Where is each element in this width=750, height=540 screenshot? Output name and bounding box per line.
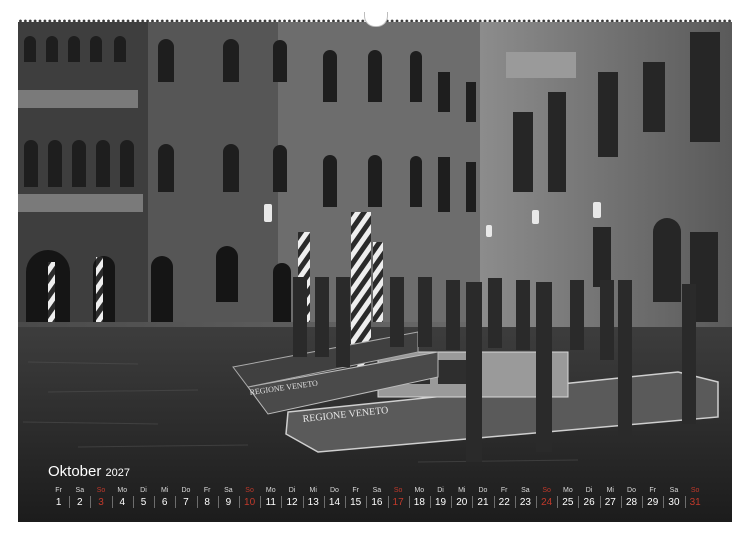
calendar-day: Sa 9 (217, 486, 239, 514)
calendar-day: Mo 11 (260, 486, 281, 514)
weekday-label: Sa (669, 487, 679, 494)
weekday-label: Di (288, 487, 296, 494)
weekday-label: Mi (161, 487, 169, 494)
day-number: 7 (183, 497, 189, 508)
weekday-label: Mi (606, 487, 614, 494)
weekday-label: Fr (55, 487, 62, 494)
calendar-day: Sa 2 (69, 486, 90, 514)
calendar-day-grid: Fr 1 Sa 2 So 3 Mo 4 Di 5 Mi 6 Do 7 Fr 8 Sa 9 So 10 Mo 11 Di 12 M… (48, 486, 706, 514)
calendar-day: So 10 (238, 486, 260, 514)
weekday-label: Sa (521, 487, 530, 494)
month-label: Oktober (48, 463, 102, 480)
calendar-day: Do 7 (175, 486, 196, 514)
day-number: 25 (562, 497, 574, 508)
day-number: 27 (604, 497, 616, 508)
weekday-label: Di (585, 487, 593, 494)
day-number: 26 (583, 497, 595, 508)
weekday-label: Sa (75, 487, 85, 494)
weekday-label: Mo (414, 487, 425, 494)
calendar-day: Sa 30 (663, 486, 684, 514)
calendar-day: Mi 6 (154, 486, 175, 514)
weekday-label: Mo (117, 487, 128, 494)
day-number: 10 (244, 497, 256, 508)
weekday-label: Mo (265, 487, 276, 494)
weekday-label: Fr (649, 487, 657, 494)
photo-illustration: REGIONE VENETO REGIONE VENETO (18, 22, 732, 522)
day-number: 9 (225, 497, 232, 508)
calendar-day: Fr 1 (48, 486, 69, 514)
calendar-day: Fr 29 (642, 486, 663, 514)
calendar-day: So 17 (387, 486, 409, 514)
weekday-label: Do (181, 487, 191, 494)
weekday-label: So (393, 487, 403, 494)
calendar-day: Sa 23 (514, 486, 536, 514)
calendar-day: Fr 15 (345, 486, 366, 514)
calendar-day: So 3 (90, 486, 111, 514)
calendar-day: Di 26 (578, 486, 599, 514)
day-number: 19 (434, 497, 447, 508)
weekday-label: Do (627, 487, 636, 494)
day-number: 24 (541, 497, 553, 508)
weekday-label: Fr (500, 487, 508, 494)
calendar-day: Fr 22 (493, 486, 515, 514)
calendar-day: Sa 16 (366, 486, 387, 514)
weekday-label: Do (329, 487, 339, 494)
day-number: 29 (647, 497, 659, 508)
day-number: 12 (286, 497, 298, 508)
calendar-day: Mo 18 (408, 486, 430, 514)
calendar-day: Mi 20 (451, 486, 472, 514)
calendar-day: Mo 4 (111, 486, 133, 514)
calendar-day: So 31 (684, 486, 706, 514)
calendar-day: Mo 25 (557, 486, 578, 514)
day-number: 1 (55, 497, 62, 508)
day-number: 5 (140, 497, 147, 508)
calendar-day: Fr 8 (196, 486, 218, 514)
day-number: 21 (477, 497, 489, 508)
calendar-day: Di 5 (132, 486, 154, 514)
calendar-day: Do 28 (620, 486, 642, 514)
weekday-label: So (542, 487, 551, 494)
year-label: 2027 (105, 467, 131, 479)
day-number: 2 (77, 497, 83, 508)
day-number: 31 (689, 497, 701, 508)
weekday-label: So (690, 487, 700, 494)
day-number: 20 (456, 497, 468, 508)
calendar-day: Do 14 (323, 486, 345, 514)
weekday-label: Mi (458, 487, 466, 494)
day-number: 22 (498, 497, 510, 508)
weekday-label: Di (140, 487, 147, 494)
day-number: 13 (307, 497, 319, 508)
day-number: 3 (98, 497, 104, 508)
day-number: 23 (519, 497, 531, 508)
weekday-label: Di (437, 487, 444, 494)
day-number: 16 (371, 497, 383, 508)
weekday-label: Fr (352, 487, 359, 494)
day-number: 8 (204, 497, 210, 508)
day-number: 11 (265, 497, 276, 508)
weekday-label: Do (478, 487, 488, 494)
weekday-label: Fr (203, 487, 211, 494)
calendar-day: Do 21 (472, 486, 493, 514)
day-number: 6 (161, 497, 168, 508)
day-number: 14 (328, 497, 341, 508)
weekday-label: So (96, 487, 106, 494)
calendar-title: Oktober 2027 (48, 463, 130, 480)
weekday-label: So (245, 487, 254, 494)
calendar-day: Di 12 (281, 486, 302, 514)
weekday-label: Sa (224, 487, 233, 494)
venice-canal-photo: REGIONE VENETO REGIONE VENETO (18, 22, 732, 522)
calendar-day: So 24 (536, 486, 557, 514)
weekday-label: Mo (562, 487, 573, 494)
day-number: 28 (625, 497, 638, 508)
day-number: 18 (413, 497, 425, 508)
calendar-day: Mi 13 (302, 486, 324, 514)
day-number: 17 (392, 497, 404, 508)
calendar-day: Di 19 (429, 486, 451, 514)
day-number: 15 (350, 497, 362, 508)
day-number: 4 (119, 497, 126, 508)
calendar-day: Mi 27 (599, 486, 621, 514)
day-number: 30 (668, 497, 680, 508)
weekday-label: Sa (372, 487, 382, 494)
weekday-label: Mi (309, 487, 317, 494)
